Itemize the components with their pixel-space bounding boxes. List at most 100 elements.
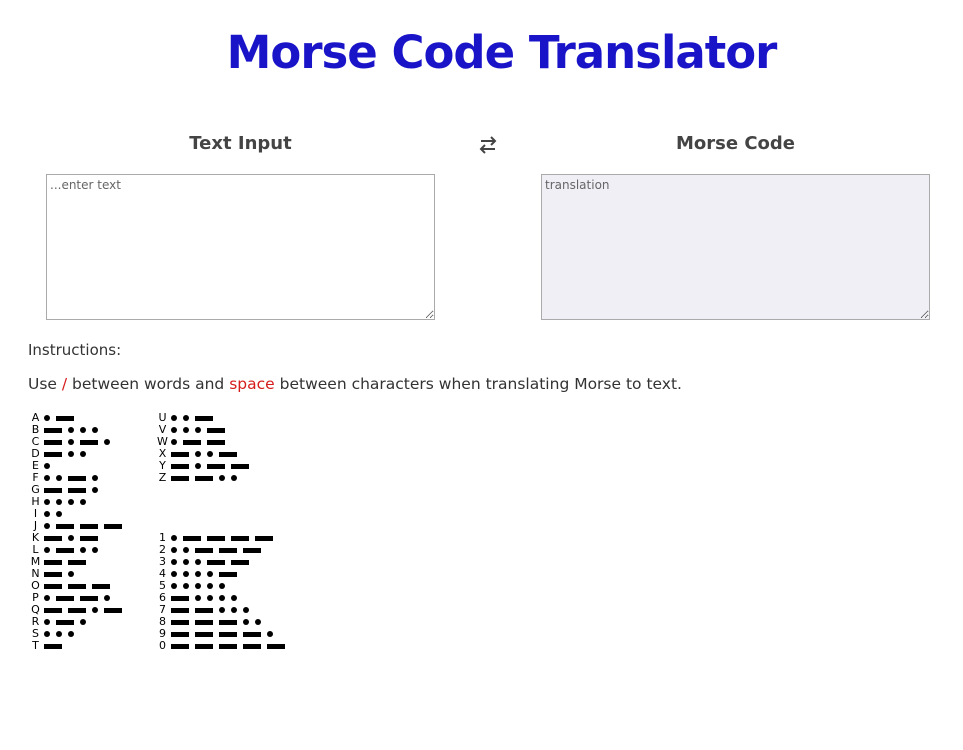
morse-dot bbox=[219, 607, 225, 613]
morse-dot bbox=[68, 631, 74, 637]
morse-chart-row: L bbox=[30, 544, 128, 556]
morse-chart-row: C bbox=[30, 436, 128, 448]
morse-dash bbox=[183, 439, 201, 445]
morse-chart-row: F bbox=[30, 472, 128, 484]
morse-chart-row: I bbox=[30, 508, 128, 520]
morse-chart-spacer bbox=[157, 520, 291, 532]
morse-dash bbox=[56, 595, 74, 601]
morse-dash bbox=[207, 439, 225, 445]
morse-dot bbox=[219, 475, 225, 481]
morse-dash bbox=[219, 547, 237, 553]
morse-dot bbox=[231, 607, 237, 613]
morse-dot bbox=[68, 451, 74, 457]
morse-dot bbox=[219, 583, 225, 589]
morse-chart-code bbox=[171, 547, 267, 553]
instructions-part: between words and bbox=[67, 375, 230, 393]
morse-chart-spacer bbox=[157, 496, 291, 508]
morse-chart-row: U bbox=[157, 412, 291, 424]
morse-dot bbox=[44, 511, 50, 517]
morse-chart-row: A bbox=[30, 412, 128, 424]
swap-arrows-icon[interactable] bbox=[476, 134, 500, 156]
morse-chart-row: D bbox=[30, 448, 128, 460]
morse-chart-row: W bbox=[157, 436, 291, 448]
morse-chart-code bbox=[44, 439, 116, 445]
morse-output-field[interactable] bbox=[541, 174, 930, 320]
morse-chart-row: J bbox=[30, 520, 128, 532]
morse-dash bbox=[44, 571, 62, 577]
morse-dot bbox=[195, 571, 201, 577]
morse-dash bbox=[44, 427, 62, 433]
text-input-heading: Text Input bbox=[189, 133, 292, 154]
morse-dot bbox=[56, 499, 62, 505]
morse-dash bbox=[68, 475, 86, 481]
morse-dash bbox=[104, 523, 122, 529]
morse-chart-row: Q bbox=[30, 604, 128, 616]
morse-chart-row: Z bbox=[157, 472, 291, 484]
morse-dot bbox=[80, 451, 86, 457]
morse-dot bbox=[68, 535, 74, 541]
morse-dash bbox=[44, 535, 62, 541]
morse-dash bbox=[44, 559, 62, 565]
morse-chart-spacer bbox=[157, 508, 291, 520]
morse-dash bbox=[207, 535, 225, 541]
morse-dot bbox=[195, 559, 201, 565]
morse-dot bbox=[80, 427, 86, 433]
morse-chart-code bbox=[171, 439, 231, 445]
morse-dot bbox=[171, 571, 177, 577]
morse-dot bbox=[92, 607, 98, 613]
text-input-field[interactable] bbox=[46, 174, 435, 320]
morse-dash bbox=[80, 595, 98, 601]
morse-chart-row: 4 bbox=[157, 568, 291, 580]
morse-dash bbox=[171, 595, 189, 601]
morse-chart-row: E bbox=[30, 460, 128, 472]
morse-dash bbox=[44, 643, 62, 649]
morse-chart-row: P bbox=[30, 592, 128, 604]
morse-dot bbox=[195, 595, 201, 601]
morse-chart-row: S bbox=[30, 628, 128, 640]
morse-dot bbox=[195, 583, 201, 589]
morse-dash bbox=[171, 631, 189, 637]
morse-chart-code bbox=[44, 559, 92, 565]
morse-chart-code bbox=[44, 427, 104, 433]
morse-dot bbox=[195, 427, 201, 433]
morse-chart-row: K bbox=[30, 532, 128, 544]
morse-dash bbox=[68, 607, 86, 613]
morse-dot bbox=[44, 523, 50, 529]
morse-dot bbox=[56, 475, 62, 481]
morse-dot bbox=[44, 499, 50, 505]
morse-dot bbox=[207, 571, 213, 577]
morse-code-heading: Morse Code bbox=[675, 133, 795, 154]
morse-chart-code bbox=[171, 475, 243, 481]
morse-dot bbox=[92, 475, 98, 481]
morse-chart-code bbox=[44, 595, 116, 601]
morse-chart-code bbox=[44, 607, 128, 613]
morse-chart-char: 0 bbox=[159, 639, 166, 652]
morse-chart-row: R bbox=[30, 616, 128, 628]
morse-dash bbox=[80, 535, 98, 541]
morse-chart-row: 2 bbox=[157, 544, 291, 556]
morse-chart-code bbox=[44, 463, 56, 469]
morse-chart-code bbox=[171, 535, 279, 541]
morse-chart-char: T bbox=[32, 639, 39, 652]
morse-dash bbox=[56, 415, 74, 421]
morse-chart-code bbox=[44, 535, 104, 541]
morse-dot bbox=[80, 619, 86, 625]
morse-dash bbox=[231, 559, 249, 565]
morse-dot bbox=[243, 619, 249, 625]
morse-dot bbox=[171, 439, 177, 445]
morse-dash bbox=[56, 547, 74, 553]
morse-dash bbox=[68, 583, 86, 589]
morse-dot bbox=[243, 607, 249, 613]
morse-chart-row: X bbox=[157, 448, 291, 460]
morse-dot bbox=[195, 463, 201, 469]
morse-dot bbox=[171, 427, 177, 433]
morse-dash bbox=[68, 487, 86, 493]
morse-dash bbox=[219, 619, 237, 625]
morse-chart-row: 3 bbox=[157, 556, 291, 568]
morse-dash bbox=[171, 451, 189, 457]
morse-dash bbox=[195, 631, 213, 637]
morse-dot bbox=[44, 595, 50, 601]
morse-dot bbox=[56, 511, 62, 517]
morse-dash bbox=[207, 463, 225, 469]
morse-dash bbox=[44, 487, 62, 493]
